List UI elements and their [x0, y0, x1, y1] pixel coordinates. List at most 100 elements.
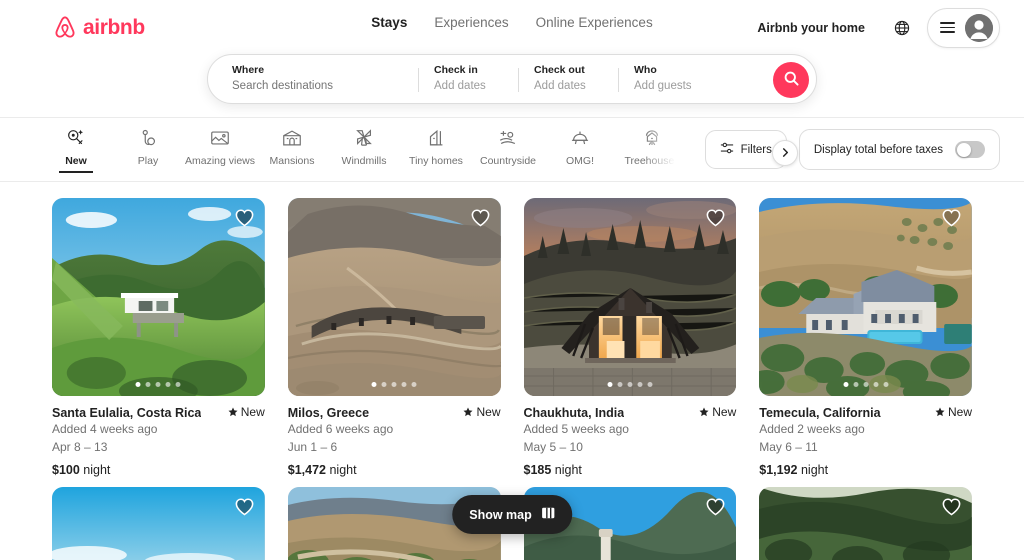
play-slide-icon — [137, 126, 159, 150]
carousel-dot[interactable] — [175, 382, 181, 387]
category-windmills[interactable]: Windmills — [328, 121, 400, 167]
badge-label: New — [240, 405, 265, 419]
globe-icon[interactable] — [885, 11, 919, 45]
listing-image[interactable] — [52, 198, 265, 396]
favorite-heart-icon[interactable] — [470, 208, 491, 232]
image-carousel-dots[interactable] — [607, 382, 653, 387]
listing-title-row: Milos, Greece New — [288, 405, 501, 420]
category-label: Amazing views — [184, 154, 256, 167]
listing-price: $1,472 night — [288, 463, 501, 477]
carousel-dot[interactable] — [607, 382, 613, 387]
category-label: Countryside — [479, 154, 537, 167]
listing-image[interactable] — [52, 487, 265, 560]
favorite-heart-icon[interactable] — [234, 497, 255, 521]
checkin-label: Check in — [434, 64, 478, 76]
carousel-dot[interactable] — [853, 382, 859, 387]
category-amazing-pools[interactable]: Amazing pools — [688, 121, 689, 167]
favorite-heart-icon[interactable] — [234, 208, 255, 232]
badge-label: New — [947, 405, 972, 419]
carousel-dot[interactable] — [883, 382, 889, 387]
favorite-heart-icon[interactable] — [705, 208, 726, 232]
carousel-dot[interactable] — [411, 382, 417, 387]
image-carousel-dots[interactable] — [843, 382, 889, 387]
listing-card[interactable]: Santa Eulalia, Costa Rica New Added 4 we… — [52, 198, 265, 477]
category-amazing-views[interactable]: Amazing views — [184, 121, 256, 167]
nav-tab-stays[interactable]: Stays — [371, 15, 407, 30]
carousel-dot[interactable] — [401, 382, 407, 387]
listing-title-row: Temecula, California New — [759, 405, 972, 420]
carousel-dot[interactable] — [637, 382, 643, 387]
listing-card[interactable]: Milos, Greece New Added 6 weeks ago Jun … — [287, 198, 501, 477]
listing-card[interactable]: Temecula, California New Added 2 weeks a… — [759, 198, 972, 477]
listing-card[interactable] — [759, 487, 972, 560]
taxes-switch[interactable] — [955, 141, 985, 158]
carousel-dot[interactable] — [873, 382, 879, 387]
airbnb-your-home-link[interactable]: Airbnb your home — [745, 11, 877, 45]
favorite-heart-icon[interactable] — [705, 497, 726, 521]
mansions-icon — [281, 126, 303, 150]
logo-wordmark: airbnb — [83, 15, 145, 39]
carousel-dot[interactable] — [863, 382, 869, 387]
nav-tab-online-experiences[interactable]: Online Experiences — [536, 15, 653, 30]
search-button[interactable] — [773, 62, 809, 98]
listing-title-row: Chaukhuta, India New — [524, 405, 737, 420]
airbnb-logo[interactable]: airbnb — [52, 14, 145, 41]
category-mansions[interactable]: Mansions — [256, 121, 328, 167]
search-checkin-section[interactable]: Check in Add dates — [418, 55, 518, 103]
category-next-button[interactable] — [772, 140, 798, 166]
carousel-dot[interactable] — [381, 382, 387, 387]
category-new[interactable]: New — [40, 121, 112, 167]
carousel-dot[interactable] — [843, 382, 849, 387]
listing-image[interactable] — [759, 487, 972, 560]
category-label: Play — [137, 154, 159, 167]
category-treehouses[interactable]: Treehouses — [616, 121, 688, 167]
carousel-dot[interactable] — [617, 382, 623, 387]
show-map-button[interactable]: Show map — [452, 495, 572, 534]
carousel-dot[interactable] — [135, 382, 141, 387]
category-countryside[interactable]: Countryside — [472, 121, 544, 167]
listing-card[interactable] — [52, 487, 265, 560]
category-omg[interactable]: OMG! — [544, 121, 616, 167]
user-menu-button[interactable] — [927, 7, 1000, 48]
search-icon — [784, 71, 799, 89]
image-carousel-dots[interactable] — [135, 382, 181, 387]
price-amount: $1,192 — [759, 463, 798, 477]
favorite-heart-icon[interactable] — [941, 497, 962, 521]
star-icon — [463, 407, 473, 417]
listing-image[interactable] — [523, 198, 737, 396]
listing-dates: Jun 1 – 6 — [287, 440, 338, 454]
show-map-label: Show map — [469, 507, 532, 522]
carousel-dot[interactable] — [145, 382, 151, 387]
carousel-dot[interactable] — [627, 382, 633, 387]
checkin-value[interactable]: Add dates — [434, 79, 502, 94]
carousel-dot[interactable] — [165, 382, 171, 387]
image-carousel-dots[interactable] — [371, 382, 417, 387]
nav-tab-experiences[interactable]: Experiences — [434, 15, 508, 30]
listing-title: Milos, Greece — [287, 406, 370, 420]
favorite-heart-icon[interactable] — [941, 208, 962, 232]
checkout-value[interactable]: Add dates — [534, 79, 602, 94]
category-list: New Play Amazing views Mansions Windmill… — [40, 120, 689, 179]
listing-image[interactable] — [287, 198, 501, 396]
treehouse-icon — [641, 126, 663, 150]
listing-image[interactable] — [759, 198, 972, 396]
carousel-dot[interactable] — [391, 382, 397, 387]
listing-card[interactable]: Chaukhuta, India New Added 5 weeks ago M… — [523, 198, 737, 477]
search-input[interactable] — [232, 79, 402, 94]
search-where-section[interactable]: Where — [208, 55, 418, 103]
star-icon — [228, 407, 238, 417]
search-bar[interactable]: Where Check in Add dates Check out Add d… — [207, 54, 817, 104]
listings-grid: Santa Eulalia, Costa Rica New Added 4 we… — [0, 182, 1024, 477]
taxes-toggle-label: Display total before taxes — [813, 143, 943, 156]
category-tiny-homes[interactable]: Tiny homes — [400, 121, 472, 167]
tiny-home-icon — [425, 126, 447, 150]
listing-details: Chaukhuta, India New Added 5 weeks ago M… — [524, 396, 737, 477]
carousel-dot[interactable] — [155, 382, 161, 387]
listing-added: Added 5 weeks ago — [523, 422, 629, 436]
carousel-dot[interactable] — [371, 382, 377, 387]
category-play[interactable]: Play — [112, 121, 184, 167]
search-checkout-section[interactable]: Check out Add dates — [518, 55, 618, 103]
carousel-dot[interactable] — [647, 382, 653, 387]
price-amount: $1,472 — [287, 463, 326, 477]
display-total-before-taxes-toggle[interactable]: Display total before taxes — [798, 129, 1000, 170]
